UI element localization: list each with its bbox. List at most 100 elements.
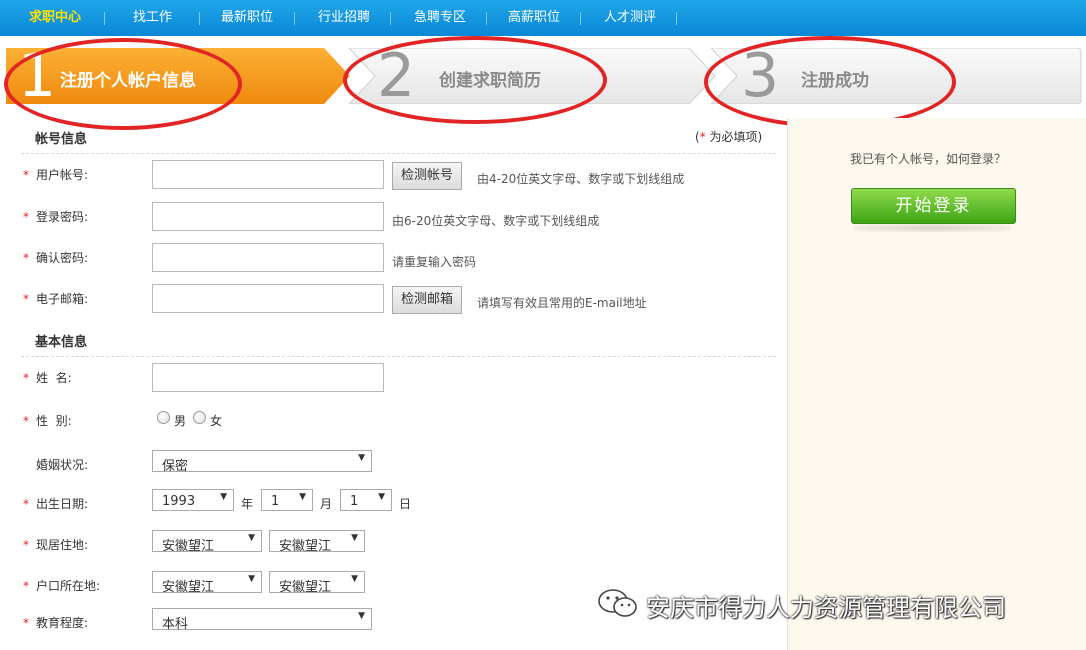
education-label: 教育程度: [36, 616, 89, 630]
email-row: * 电子邮箱: 检测邮箱 请填写有效且常用的E-mail地址 [5, 284, 785, 314]
nav-item-industry[interactable]: 行业招聘 [318, 0, 370, 36]
hukou-city-select[interactable]: 安徽望江 ▼ [269, 571, 365, 595]
username-hint: 由4-20位英文字母、数字或下划线组成 [477, 172, 685, 186]
gender-row: * 性 别: 男 女 [5, 406, 785, 436]
step-2: 2 创建求职简历 [349, 44, 717, 108]
required-star: * [23, 210, 29, 224]
name-input[interactable] [152, 363, 384, 392]
nav-separator [486, 12, 487, 25]
dropdown-arrow-icon: ▼ [358, 453, 365, 463]
birth-label: 出生日期: [36, 497, 89, 511]
hukou-province-select[interactable]: 安徽望江 ▼ [152, 571, 262, 595]
password-hint: 由6-20位英文字母、数字或下划线组成 [392, 214, 600, 228]
username-input[interactable] [152, 160, 384, 189]
dropdown-arrow-icon: ▼ [299, 492, 306, 502]
nav-separator [676, 12, 677, 25]
residence-city-value: 安徽望江 [279, 539, 332, 554]
required-star: * [23, 168, 29, 182]
month-unit: 月 [320, 497, 333, 511]
nav-item-high-salary[interactable]: 高薪职位 [508, 0, 560, 36]
username-row: * 用户帐号: 检测帐号 由4-20位英文字母、数字或下划线组成 [5, 160, 785, 190]
day-unit: 日 [399, 497, 412, 511]
login-side-panel: 我已有个人帐号，如何登录？ 开始登录 [787, 118, 1086, 650]
residence-city-select[interactable]: 安徽望江 ▼ [269, 530, 365, 554]
wechat-icon [598, 589, 637, 617]
step-1-number: 1 [18, 41, 57, 111]
nav-item-find-job[interactable]: 找工作 [133, 0, 172, 36]
check-username-button[interactable]: 检测帐号 [392, 162, 463, 190]
password-row: * 登录密码: 由6-20位英文字母、数字或下划线组成 [5, 202, 785, 232]
birth-day-select[interactable]: 1 ▼ [340, 489, 392, 511]
marital-value: 保密 [162, 459, 189, 474]
hukou-label: 户口所在地: [36, 579, 101, 593]
marital-label: 婚姻状况: [36, 458, 89, 472]
check-email-button[interactable]: 检测邮箱 [392, 286, 463, 314]
birth-year-select[interactable]: 1993 ▼ [152, 489, 234, 511]
required-star: * [23, 579, 29, 593]
dropdown-arrow-icon: ▼ [248, 533, 255, 543]
birth-row: * 出生日期: 1993 ▼ 年 1 ▼ 月 1 ▼ 日 [5, 489, 785, 519]
confirm-password-row: * 确认密码: 请重复输入密码 [5, 243, 785, 273]
residence-row: * 现居住地: 安徽望江 ▼ 安徽望江 ▼ [5, 530, 785, 560]
top-nav: 求职中心 找工作 最新职位 行业招聘 急聘专区 高薪职位 人才测评 [0, 0, 1086, 36]
gender-male-radio[interactable] [157, 411, 170, 424]
birth-day-value: 1 [350, 494, 359, 509]
education-value: 本科 [162, 617, 189, 632]
residence-province-value: 安徽望江 [162, 539, 215, 554]
education-select[interactable]: 本科 ▼ [152, 608, 372, 632]
button-shadow [854, 224, 1011, 232]
required-star: * [23, 251, 29, 265]
gender-male-label: 男 [174, 414, 187, 428]
nav-separator [390, 12, 391, 25]
basic-section-title: 基本信息 [35, 335, 88, 350]
dropdown-arrow-icon: ▼ [220, 492, 227, 502]
nav-separator [580, 12, 581, 25]
have-account-text: 我已有个人帐号，如何登录？ [850, 152, 1007, 166]
marital-row: 婚姻状况: 保密 ▼ [5, 450, 785, 480]
dropdown-arrow-icon: ▼ [378, 492, 385, 502]
required-star: * [23, 616, 29, 630]
year-unit: 年 [241, 497, 254, 511]
email-hint: 请填写有效且常用的E-mail地址 [477, 296, 647, 310]
dropdown-arrow-icon: ▼ [358, 611, 365, 621]
required-star: * [699, 130, 706, 144]
gender-female-radio[interactable] [193, 411, 206, 424]
email-label: 电子邮箱: [36, 292, 89, 306]
birth-month-value: 1 [271, 494, 280, 509]
required-star: * [23, 497, 29, 511]
confirm-password-label: 确认密码: [36, 251, 89, 265]
step-3: 3 注册成功 [711, 44, 1082, 108]
divider [21, 153, 776, 154]
gender-label: 性 别: [36, 414, 72, 428]
divider [21, 356, 776, 357]
nav-separator [104, 12, 105, 25]
nav-item-job-center[interactable]: 求职中心 [29, 0, 81, 36]
dropdown-arrow-icon: ▼ [351, 574, 358, 584]
required-star: * [23, 538, 29, 552]
required-star: * [23, 371, 29, 385]
nav-item-urgent[interactable]: 急聘专区 [414, 0, 466, 36]
registration-form: 帐号信息 (* 为必填项) * 用户帐号: 检测帐号 由4-20位英文字母、数字… [5, 118, 785, 650]
nav-item-assessment[interactable]: 人才测评 [604, 0, 656, 36]
dropdown-arrow-icon: ▼ [248, 574, 255, 584]
marital-select[interactable]: 保密 ▼ [152, 450, 372, 474]
gender-female-label: 女 [210, 414, 223, 428]
start-login-button[interactable]: 开始登录 [851, 188, 1016, 224]
email-input[interactable] [152, 284, 384, 313]
watermark-text: 安庆市得力人力资源管理有限公司 [646, 594, 1006, 622]
required-note-text: 为必填项) [709, 130, 763, 144]
nav-item-latest-jobs[interactable]: 最新职位 [221, 0, 273, 36]
name-label: 姓 名: [36, 371, 72, 385]
confirm-password-input[interactable] [152, 243, 384, 272]
nav-separator [294, 12, 295, 25]
password-label: 登录密码: [36, 210, 89, 224]
step-1-label: 注册个人帐户信息 [60, 71, 196, 91]
account-section-title: 帐号信息 [35, 132, 88, 147]
password-input[interactable] [152, 202, 384, 231]
name-row: * 姓 名: [5, 363, 785, 393]
hukou-province-value: 安徽望江 [162, 580, 215, 595]
birth-month-select[interactable]: 1 ▼ [261, 489, 313, 511]
residence-province-select[interactable]: 安徽望江 ▼ [152, 530, 262, 554]
step-3-number: 3 [741, 41, 780, 111]
required-star: * [23, 414, 29, 428]
